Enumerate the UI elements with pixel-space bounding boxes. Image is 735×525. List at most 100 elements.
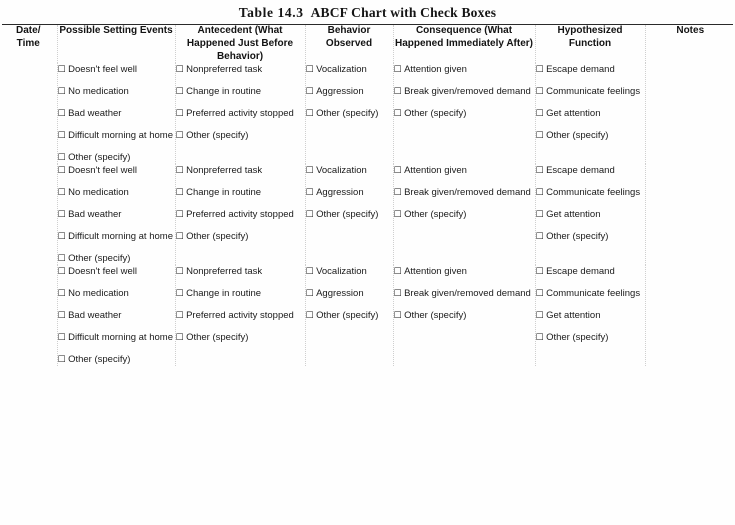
- checkbox-icon[interactable]: ☐: [536, 289, 544, 299]
- checkbox-option[interactable]: ☐ Change in routine: [176, 85, 305, 98]
- checkbox-option[interactable]: ☐ Communicate feelings: [536, 287, 645, 300]
- cell-hypothesized-function[interactable]: ☐ Escape demand ☐ Communicate feelings ☐ Get …: [535, 164, 646, 266]
- checkbox-icon[interactable]: ☐: [176, 333, 184, 343]
- checkbox-icon[interactable]: ☐: [536, 210, 544, 220]
- checkbox-icon[interactable]: ☐: [306, 87, 314, 97]
- checkbox-option[interactable]: ☐ No medication: [58, 287, 175, 300]
- checkbox-option[interactable]: ☐ Bad weather: [58, 107, 175, 120]
- checkbox-icon[interactable]: ☐: [58, 109, 66, 119]
- checkbox-icon[interactable]: ☐: [58, 166, 66, 176]
- checkbox-option[interactable]: ☐ Change in routine: [176, 186, 305, 199]
- checkbox-option[interactable]: ☐ Other (specify): [536, 331, 645, 344]
- checkbox-option[interactable]: ☐ Other (specify): [536, 129, 645, 142]
- checkbox-icon[interactable]: ☐: [394, 210, 402, 220]
- cell-antecedent[interactable]: ☐ Nonpreferred task ☐ Change in routine ☐ Pre…: [175, 63, 306, 165]
- checkbox-option[interactable]: ☐ Other (specify): [176, 331, 305, 344]
- cell-setting-events[interactable]: ☐ Doesn't feel well ☐ No medication ☐ Bad wea…: [57, 265, 176, 367]
- checkbox-icon[interactable]: ☐: [306, 210, 314, 220]
- cell-notes[interactable]: [645, 265, 735, 366]
- checkbox-option[interactable]: ☐ Nonpreferred task: [176, 63, 305, 76]
- checkbox-icon[interactable]: ☐: [58, 355, 66, 365]
- checkbox-option[interactable]: ☐ Difficult morning at home: [58, 230, 175, 243]
- cell-notes[interactable]: [645, 164, 735, 265]
- checkbox-option[interactable]: ☐ Break given/removed demand: [394, 186, 535, 199]
- checkbox-icon[interactable]: ☐: [176, 166, 184, 176]
- checkbox-option[interactable]: ☐ Doesn't feel well: [58, 265, 175, 278]
- checkbox-option[interactable]: ☐ Escape demand: [536, 164, 645, 177]
- checkbox-icon[interactable]: ☐: [394, 166, 402, 176]
- checkbox-icon[interactable]: ☐: [306, 311, 314, 321]
- checkbox-option[interactable]: ☐ Nonpreferred task: [176, 164, 305, 177]
- checkbox-icon[interactable]: ☐: [58, 289, 66, 299]
- checkbox-icon[interactable]: ☐: [58, 210, 66, 220]
- checkbox-icon[interactable]: ☐: [536, 109, 544, 119]
- checkbox-icon[interactable]: ☐: [306, 166, 314, 176]
- checkbox-icon[interactable]: ☐: [176, 267, 184, 277]
- checkbox-icon[interactable]: ☐: [394, 267, 402, 277]
- checkbox-icon[interactable]: ☐: [176, 188, 184, 198]
- cell-consequence[interactable]: ☐ Attention given ☐ Break given/removed dem…: [393, 63, 536, 165]
- checkbox-icon[interactable]: ☐: [306, 65, 314, 75]
- cell-hypothesized-function[interactable]: ☐ Escape demand ☐ Communicate feelings ☐ Get …: [535, 63, 646, 165]
- checkbox-option[interactable]: ☐ Nonpreferred task: [176, 265, 305, 278]
- checkbox-icon[interactable]: ☐: [58, 254, 66, 264]
- checkbox-icon[interactable]: ☐: [58, 188, 66, 198]
- cell-behavior[interactable]: ☐ Vocalization ☐ Aggression ☐ Other (specify): [305, 265, 394, 367]
- checkbox-icon[interactable]: ☐: [58, 267, 66, 277]
- checkbox-option[interactable]: ☐ Break given/removed demand: [394, 85, 535, 98]
- checkbox-option[interactable]: ☐ No medication: [58, 85, 175, 98]
- checkbox-icon[interactable]: ☐: [58, 65, 66, 75]
- checkbox-option[interactable]: ☐ Aggression: [306, 186, 393, 199]
- cell-date-time[interactable]: [0, 265, 58, 367]
- checkbox-option[interactable]: ☐ Other (specify): [306, 107, 393, 120]
- checkbox-option[interactable]: ☐ Break given/removed demand: [394, 287, 535, 300]
- checkbox-option[interactable]: ☐ Escape demand: [536, 265, 645, 278]
- checkbox-option[interactable]: ☐ Other (specify): [176, 230, 305, 243]
- checkbox-icon[interactable]: ☐: [536, 267, 544, 277]
- checkbox-icon[interactable]: ☐: [306, 109, 314, 119]
- checkbox-option[interactable]: ☐ Preferred activity stopped: [176, 208, 305, 221]
- checkbox-icon[interactable]: ☐: [394, 311, 402, 321]
- checkbox-option[interactable]: ☐ Attention given: [394, 265, 535, 278]
- cell-hypothesized-function[interactable]: ☐ Escape demand ☐ Communicate feelings ☐ Get …: [535, 265, 646, 367]
- cell-date-time[interactable]: [0, 63, 58, 165]
- checkbox-option[interactable]: ☐ Bad weather: [58, 208, 175, 221]
- checkbox-option[interactable]: ☐ Aggression: [306, 287, 393, 300]
- checkbox-option[interactable]: ☐ Other (specify): [394, 107, 535, 120]
- cell-antecedent[interactable]: ☐ Nonpreferred task ☐ Change in routine ☐ Pre…: [175, 164, 306, 266]
- cell-consequence[interactable]: ☐ Attention given ☐ Break given/removed dem…: [393, 164, 536, 266]
- cell-antecedent[interactable]: ☐ Nonpreferred task ☐ Change in routine ☐ Pre…: [175, 265, 306, 367]
- checkbox-icon[interactable]: ☐: [58, 333, 66, 343]
- checkbox-option[interactable]: ☐ Difficult morning at home: [58, 331, 175, 344]
- checkbox-icon[interactable]: ☐: [536, 232, 544, 242]
- cell-date-time[interactable]: [0, 164, 58, 266]
- checkbox-option[interactable]: ☐ Other (specify): [306, 309, 393, 322]
- checkbox-option[interactable]: ☐ Bad weather: [58, 309, 175, 322]
- checkbox-icon[interactable]: ☐: [176, 210, 184, 220]
- checkbox-icon[interactable]: ☐: [176, 289, 184, 299]
- checkbox-icon[interactable]: ☐: [58, 87, 66, 97]
- checkbox-icon[interactable]: ☐: [58, 131, 66, 141]
- checkbox-option[interactable]: ☐ Other (specify): [58, 252, 175, 265]
- checkbox-icon[interactable]: ☐: [306, 188, 314, 198]
- checkbox-option[interactable]: ☐ Aggression: [306, 85, 393, 98]
- checkbox-icon[interactable]: ☐: [58, 153, 66, 163]
- checkbox-icon[interactable]: ☐: [536, 188, 544, 198]
- checkbox-option[interactable]: ☐ No medication: [58, 186, 175, 199]
- checkbox-icon[interactable]: ☐: [536, 311, 544, 321]
- checkbox-option[interactable]: ☐ Other (specify): [176, 129, 305, 142]
- checkbox-option[interactable]: ☐ Other (specify): [58, 151, 175, 164]
- checkbox-option[interactable]: ☐ Other (specify): [394, 309, 535, 322]
- checkbox-option[interactable]: ☐ Get attention: [536, 309, 645, 322]
- checkbox-icon[interactable]: ☐: [306, 289, 314, 299]
- checkbox-icon[interactable]: ☐: [394, 109, 402, 119]
- checkbox-option[interactable]: ☐ Vocalization: [306, 265, 393, 278]
- checkbox-icon[interactable]: ☐: [394, 289, 402, 299]
- checkbox-icon[interactable]: ☐: [58, 232, 66, 242]
- checkbox-option[interactable]: ☐ Other (specify): [306, 208, 393, 221]
- cell-behavior[interactable]: ☐ Vocalization ☐ Aggression ☐ Other (specify): [305, 63, 394, 165]
- checkbox-option[interactable]: ☐ Other (specify): [394, 208, 535, 221]
- checkbox-icon[interactable]: ☐: [176, 232, 184, 242]
- checkbox-icon[interactable]: ☐: [176, 87, 184, 97]
- checkbox-option[interactable]: ☐ Change in routine: [176, 287, 305, 300]
